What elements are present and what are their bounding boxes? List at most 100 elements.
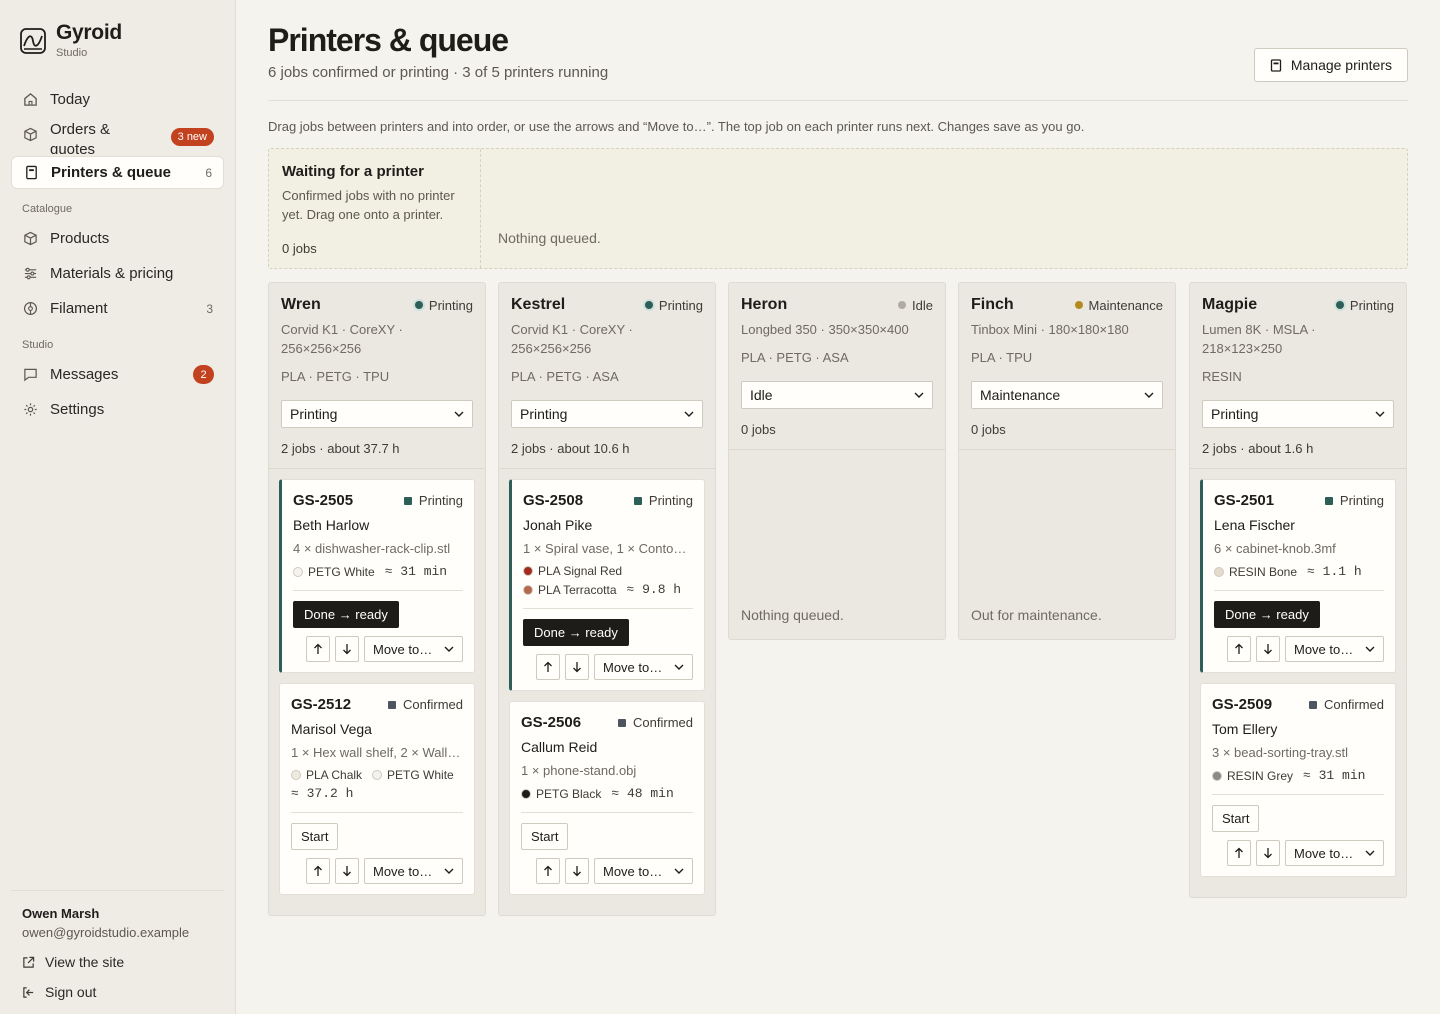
- printer-spec: Longbed 350 · 350×350×400: [741, 322, 909, 337]
- printer-state-select[interactable]: Printing: [281, 400, 473, 428]
- job-status: Printing: [633, 493, 693, 508]
- manage-printers-button[interactable]: Manage printers: [1253, 48, 1408, 82]
- start-button[interactable]: Start: [521, 823, 569, 850]
- job-files: 4 × dishwasher-rack-clip.stl: [293, 541, 451, 556]
- printer-header: Finch Maintenance Tinbox Mini · 180×180×18…: [959, 283, 1175, 449]
- done-ready-button[interactable]: Done → ready: [523, 619, 629, 646]
- job-status: Printing: [1324, 493, 1384, 508]
- nav-section-studio: Studio: [22, 339, 54, 351]
- printer-state-select[interactable]: Printing: [1202, 400, 1394, 428]
- move-down-button[interactable]: [1256, 636, 1280, 662]
- main-content: Printers & queue 6 jobs confirmed or pri…: [268, 0, 1408, 1014]
- done-ready-button[interactable]: Done → ready: [1214, 601, 1320, 628]
- nav-label-materials: Materials & pricing: [50, 265, 174, 282]
- move-to-select[interactable]: Move to…: [364, 636, 463, 662]
- job-controls: Move to…: [291, 858, 463, 884]
- brand[interactable]: Gyroid Studio: [20, 20, 122, 59]
- status-square: [618, 718, 627, 727]
- move-down-button[interactable]: [335, 636, 359, 662]
- printer-column: Heron Idle Longbed 350 · 350×350×400 PLA · …: [728, 282, 946, 640]
- printer-spec: Lumen 8K · MSLA · 218×123×250: [1202, 322, 1316, 356]
- nav-item-filament[interactable]: Filament 3: [11, 292, 224, 325]
- move-to-select[interactable]: Move to…: [364, 858, 463, 884]
- job-card[interactable]: GS-2508 Printing Jonah Pike 1 × Spiral vase…: [509, 479, 705, 691]
- printer-name-row: Finch Maintenance: [971, 296, 1163, 314]
- job-status: Confirmed: [618, 715, 693, 730]
- move-down-button[interactable]: [565, 858, 589, 884]
- start-button[interactable]: Start: [291, 823, 339, 850]
- printer-empty-queue[interactable]: Out for maintenance.: [959, 449, 1175, 639]
- move-up-button[interactable]: [536, 654, 560, 680]
- start-button[interactable]: Start: [1212, 805, 1260, 832]
- job-id: GS-2512: [291, 696, 352, 713]
- sign-out-link[interactable]: Sign out: [22, 984, 213, 1000]
- printer-materials: PLA · TPU: [971, 350, 1033, 365]
- nav-label-messages: Messages: [50, 366, 119, 383]
- printer-state-select[interactable]: Idle: [741, 381, 933, 409]
- move-up-button[interactable]: [306, 636, 330, 662]
- waiting-lane[interactable]: Waiting for a printer Confirmed jobs wit…: [268, 148, 1408, 269]
- arrow-down-icon: [1264, 848, 1272, 859]
- job-status-label: Printing: [418, 493, 463, 508]
- job-status-label: Printing: [648, 493, 693, 508]
- sliders-icon: [22, 266, 38, 282]
- printer-empty-queue[interactable]: Nothing queued.: [729, 449, 945, 639]
- job-files: 1 × Hex wall shelf, 2 × Wall hook: [291, 745, 463, 760]
- job-card-header: GS-2509 Confirmed: [1212, 696, 1384, 713]
- status-dot: [898, 301, 907, 309]
- nav-item-materials[interactable]: Materials & pricing: [11, 257, 224, 290]
- printer-materials: PLA · PETG · ASA: [741, 350, 849, 365]
- nav-item-messages[interactable]: Messages 2: [11, 358, 224, 391]
- move-up-button[interactable]: [536, 858, 560, 884]
- move-to-select[interactable]: Move to…: [594, 858, 693, 884]
- move-down-button[interactable]: [1256, 840, 1280, 866]
- filament-swatch: [1214, 566, 1224, 577]
- move-up-button[interactable]: [1227, 840, 1251, 866]
- nav-item-printers[interactable]: Printers & queue 6: [11, 156, 224, 189]
- printer-header: Wren Printing Corvid K1 · CoreXY · 256×256…: [269, 283, 485, 468]
- nav-item-settings[interactable]: Settings: [11, 393, 224, 426]
- spool-icon: [22, 301, 38, 317]
- move-to-select[interactable]: Move to…: [1285, 636, 1384, 662]
- move-to-select[interactable]: Move to…: [594, 654, 693, 680]
- job-card-header: GS-2506 Confirmed: [521, 714, 693, 731]
- chevron-down-icon: [1375, 411, 1385, 417]
- chevron-down-icon: [1144, 392, 1154, 398]
- nav-section-catalogue: Catalogue: [22, 203, 73, 215]
- move-up-button[interactable]: [1227, 636, 1251, 662]
- job-card-header: GS-2508 Printing: [523, 492, 693, 509]
- nav-item-orders[interactable]: Orders & quotes 3 new: [11, 118, 224, 154]
- printer-state-select[interactable]: Printing: [511, 400, 703, 428]
- printer-status: Maintenance: [1074, 298, 1163, 313]
- filament-swatch: [372, 770, 383, 780]
- view-site-link[interactable]: View the site: [22, 954, 213, 970]
- nav-item-products[interactable]: Products: [11, 222, 224, 255]
- job-filaments: PLA Signal Red PLA Terracotta ≈ 9.8 h: [523, 564, 693, 597]
- done-ready-button[interactable]: Done → ready: [293, 601, 399, 628]
- nav-item-today[interactable]: Today: [11, 83, 224, 116]
- move-to-label: Move to…: [603, 659, 663, 675]
- waiting-empty: Nothing queued.: [498, 230, 601, 246]
- job-status-label: Printing: [1339, 493, 1384, 508]
- job-status-label: Confirmed: [1324, 697, 1384, 712]
- divider: [268, 100, 1408, 101]
- job-card[interactable]: GS-2509 Confirmed Tom Ellery 3 × bead-sorti…: [1200, 683, 1396, 877]
- move-down-button[interactable]: [565, 654, 589, 680]
- printers-count: 6: [205, 165, 212, 180]
- job-controls: Move to…: [523, 654, 693, 680]
- job-card[interactable]: GS-2501 Printing Lena Fischer 6 × cabinet-k…: [1200, 479, 1396, 673]
- job-card[interactable]: GS-2505 Printing Beth Harlow 4 × dishwasher…: [279, 479, 475, 673]
- job-card[interactable]: GS-2506 Confirmed Callum Reid 1 × phone-sta…: [509, 701, 705, 895]
- printer-state-value: Idle: [750, 387, 773, 403]
- messages-badge: 2: [193, 365, 214, 384]
- move-to-label: Move to…: [1294, 641, 1354, 657]
- printer-state-select[interactable]: Maintenance: [971, 381, 1163, 409]
- job-controls: Move to…: [293, 636, 463, 662]
- move-up-button[interactable]: [306, 858, 330, 884]
- move-to-select[interactable]: Move to…: [1285, 840, 1384, 866]
- printer-header: Magpie Printing Lumen 8K · MSLA · 218×123×…: [1190, 283, 1406, 468]
- move-down-button[interactable]: [335, 858, 359, 884]
- manage-printers-label: Manage printers: [1290, 57, 1392, 73]
- home-icon: [22, 92, 38, 108]
- job-card[interactable]: GS-2512 Confirmed Marisol Vega 1 × Hex wall…: [279, 683, 475, 895]
